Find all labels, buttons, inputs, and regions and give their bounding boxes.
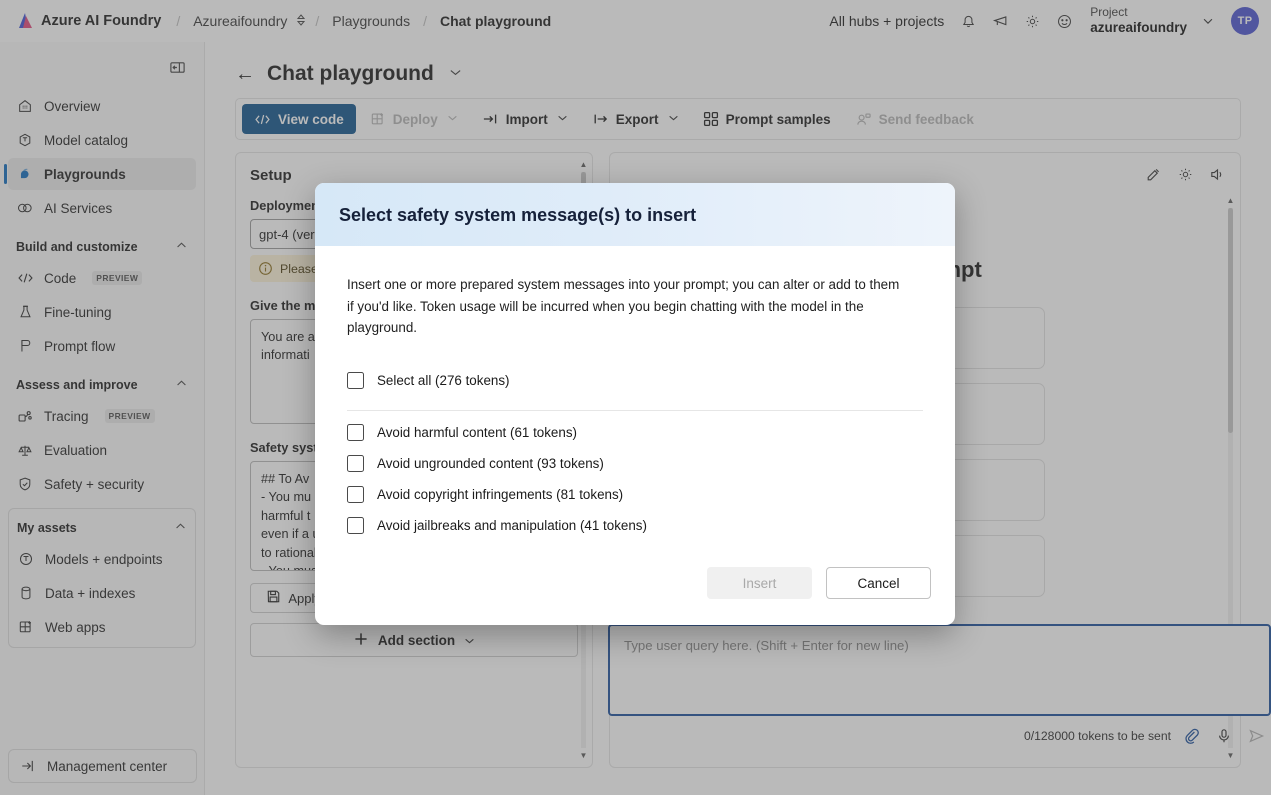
option-row-avoid-harmful-content[interactable]: Avoid harmful content (61 tokens) xyxy=(347,417,923,448)
dialog-body: Insert one or more prepared system messa… xyxy=(315,246,955,541)
dialog-title: Select safety system message(s) to inser… xyxy=(339,205,931,226)
option-row-avoid-copyright-infringements[interactable]: Avoid copyright infringements (81 tokens… xyxy=(347,479,923,510)
select-all-checkbox[interactable] xyxy=(347,372,364,389)
option-label: Avoid copyright infringements (81 tokens… xyxy=(377,487,623,502)
option-row-avoid-ungrounded-content[interactable]: Avoid ungrounded content (93 tokens) xyxy=(347,448,923,479)
cancel-button[interactable]: Cancel xyxy=(826,567,931,599)
option-label: Avoid ungrounded content (93 tokens) xyxy=(377,456,604,471)
app-root: Azure AI Foundry / Azureaifoundry / Play… xyxy=(0,0,1271,795)
checkbox-avoid-harmful-content[interactable] xyxy=(347,424,364,441)
dialog-divider xyxy=(347,410,923,411)
dialog-header: Select safety system message(s) to inser… xyxy=(315,183,955,246)
option-label: Avoid jailbreaks and manipulation (41 to… xyxy=(377,518,647,533)
select-all-row[interactable]: Select all (276 tokens) xyxy=(347,365,923,396)
safety-message-dialog: Select safety system message(s) to inser… xyxy=(315,183,955,625)
checkbox-avoid-copyright-infringements[interactable] xyxy=(347,486,364,503)
select-all-label: Select all (276 tokens) xyxy=(377,373,510,388)
dialog-description: Insert one or more prepared system messa… xyxy=(347,274,907,339)
dialog-footer: Insert Cancel xyxy=(315,541,955,625)
insert-button[interactable]: Insert xyxy=(707,567,812,599)
checkbox-avoid-jailbreaks-and-manipulation[interactable] xyxy=(347,517,364,534)
option-label: Avoid harmful content (61 tokens) xyxy=(377,425,577,440)
option-row-avoid-jailbreaks-and-manipulation[interactable]: Avoid jailbreaks and manipulation (41 to… xyxy=(347,510,923,541)
checkbox-avoid-ungrounded-content[interactable] xyxy=(347,455,364,472)
